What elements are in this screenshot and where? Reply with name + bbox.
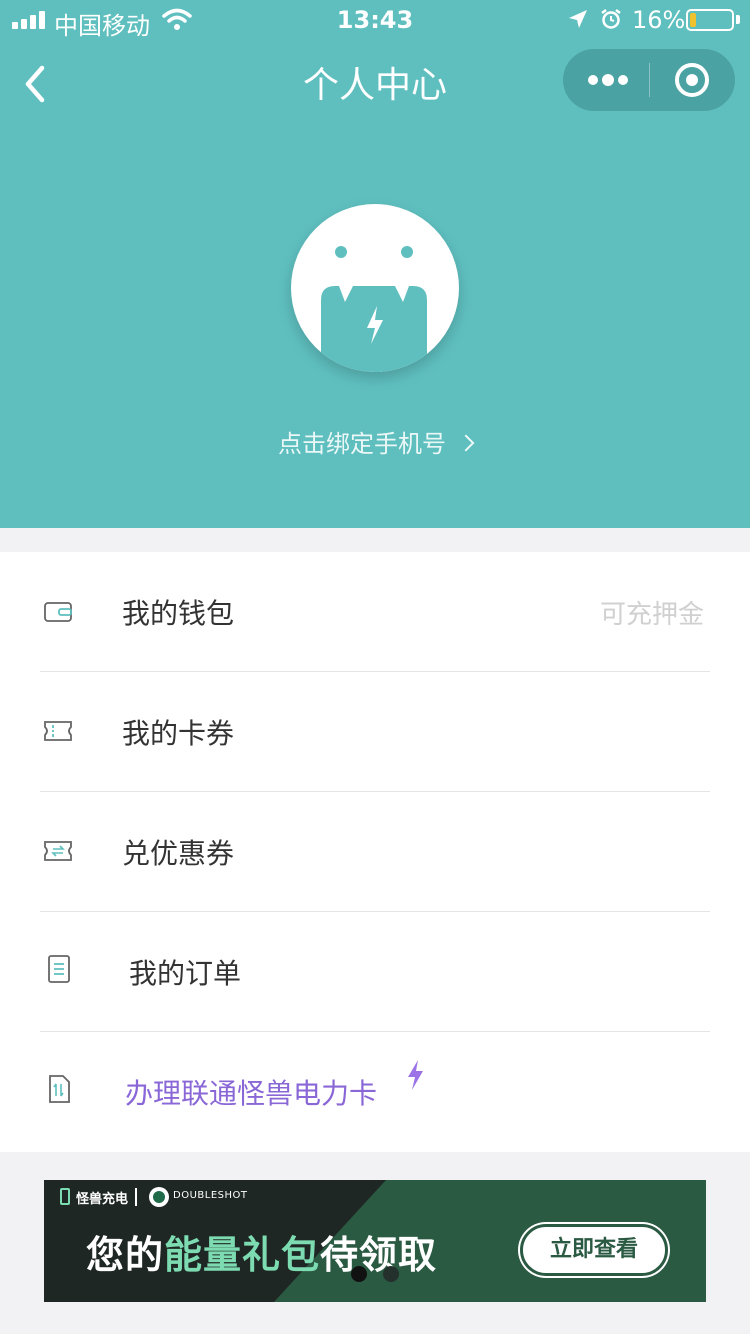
brand-name: 怪兽充电 [76,1192,129,1207]
battery-logo-icon [60,1188,70,1205]
menu-label: 兑优惠券 [122,837,235,870]
deposit-hint: 可充押金 [599,600,704,630]
alarm-icon [601,9,621,29]
partner-logo-icon [149,1187,169,1207]
menu-list: 我的钱包 可充押金 我的卡券 兑优惠券 我的订单 办理联通怪兽电力卡 [0,552,750,1152]
menu-item-coupons[interactable]: 我的卡券 [0,672,750,792]
sim-card-icon [49,1075,70,1103]
ticket-icon [44,721,72,741]
headline-prefix: 您的 [86,1233,165,1277]
menu-item-redeem[interactable]: 兑优惠券 [0,792,750,912]
monster-mascot-icon[interactable] [291,204,459,372]
wallet-icon [44,602,72,622]
bind-phone-label: 点击绑定手机号 [278,430,446,458]
view-now-button[interactable]: 立即查看 [520,1224,668,1276]
menu-item-unicom-card[interactable]: 办理联通怪兽电力卡 [0,1032,750,1152]
lightning-icon [408,1060,423,1090]
carousel-dot-active[interactable] [351,1266,367,1282]
location-icon [569,10,587,28]
partner-name: DOUBLESHOT [173,1190,248,1201]
menu-label: 办理联通怪兽电力卡 [125,1077,378,1110]
carousel-dot[interactable] [383,1266,399,1282]
exchange-coupon-icon [44,841,72,861]
capsule-divider [649,63,650,97]
target-circle-icon[interactable] [675,63,709,97]
chevron-right-icon [457,434,475,452]
menu-label: 我的订单 [129,957,242,990]
brand-separator [135,1188,137,1206]
bind-phone-link[interactable]: 点击绑定手机号 [0,424,750,459]
menu-item-orders[interactable]: 我的订单 [0,912,750,1032]
battery-cap [736,15,740,24]
more-dots-icon[interactable] [563,49,649,111]
status-bar: 中国移动 13:43 16% [0,0,750,40]
order-document-icon [48,955,70,983]
headline-suffix: 待领取 [320,1233,438,1277]
battery-icon [686,9,734,31]
promo-banner[interactable]: 怪兽充电 DOUBLESHOT 您的能量礼包待领取 立即查看 [44,1180,706,1302]
headline-highlight: 能量礼包 [164,1233,321,1277]
battery-percent: 16% [632,6,686,34]
menu-label: 我的卡券 [122,717,235,750]
battery-fill [690,13,696,27]
menu-item-wallet[interactable]: 我的钱包 可充押金 [0,552,750,672]
menu-label: 我的钱包 [122,597,235,630]
profile-header: 中国移动 13:43 16% 个人中心 点击绑定手机号 [0,0,750,528]
mini-program-capsule [563,49,735,111]
